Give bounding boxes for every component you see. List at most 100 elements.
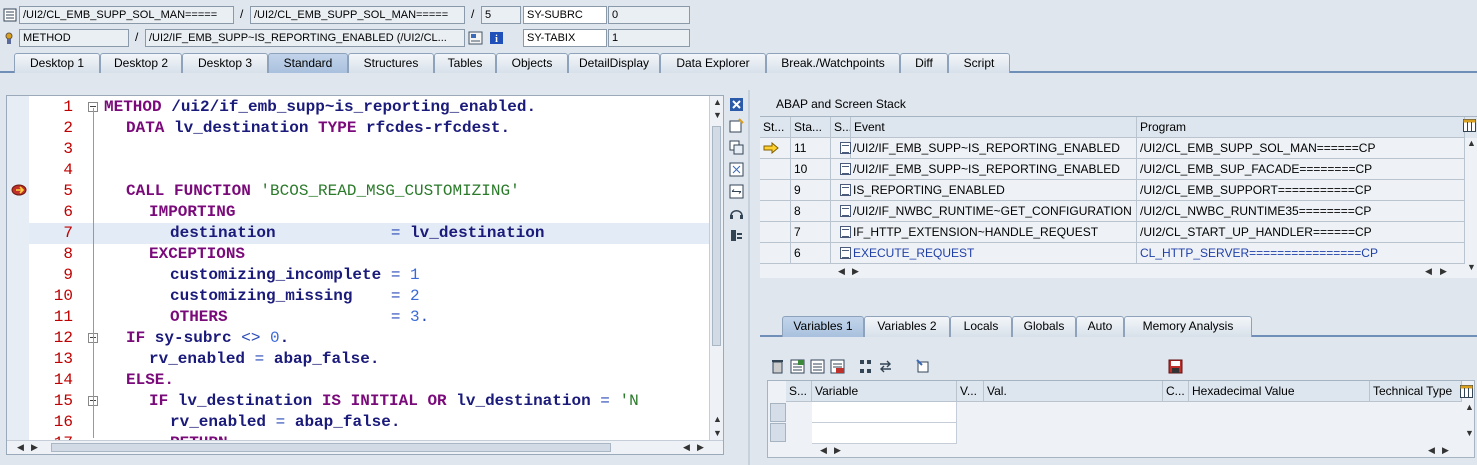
- scroll-up-icon[interactable]: ▲: [713, 97, 722, 107]
- sysvar-name-field-1[interactable]: SY-SUBRC: [523, 6, 607, 24]
- editor-horizontal-scrollbar[interactable]: ◀ ▶ ◀ ▶: [7, 440, 723, 454]
- row-selector[interactable]: [770, 403, 786, 422]
- services-icon[interactable]: [729, 228, 744, 243]
- code-line[interactable]: 2 DATA lv_destination TYPE rfcdes-rfcdest…: [29, 118, 709, 139]
- copy-tool-icon[interactable]: [729, 140, 744, 155]
- col-header[interactable]: V...: [957, 381, 984, 402]
- tab-tables[interactable]: Tables: [434, 53, 496, 73]
- scroll-thumb[interactable]: [712, 126, 721, 346]
- scroll-left-icon[interactable]: ◀: [820, 445, 827, 456]
- editor-gutter[interactable]: [7, 96, 29, 454]
- variables-vertical-scrollbar[interactable]: ▲ ▼: [1464, 402, 1474, 442]
- code-line[interactable]: 8 EXCEPTIONS: [29, 244, 709, 265]
- scroll-left-icon[interactable]: ◀: [683, 442, 690, 453]
- tab-locals[interactable]: Locals: [950, 316, 1012, 337]
- tab-auto[interactable]: Auto: [1076, 316, 1124, 337]
- source-code-editor[interactable]: 1 METHOD /ui2/if_emb_supp~is_reporting_en…: [6, 95, 724, 455]
- maximize-icon[interactable]: [729, 162, 744, 177]
- info-icon[interactable]: i: [489, 31, 504, 45]
- stack-vertical-scrollbar[interactable]: ▲ ▼: [1465, 138, 1477, 278]
- col-header[interactable]: Val.: [984, 381, 1163, 402]
- code-line[interactable]: 12 IF sy-subrc <> 0.: [29, 328, 709, 349]
- close-icon[interactable]: [729, 97, 744, 112]
- tab-desktop-3[interactable]: Desktop 3: [182, 53, 268, 73]
- editor-vertical-scrollbar[interactable]: ▲ ▼ ▲ ▼: [709, 96, 723, 442]
- current-code-line[interactable]: 7 destination = lv_destination: [29, 223, 709, 244]
- scroll-down-icon[interactable]: ▼: [1465, 428, 1474, 438]
- tab-variables-2[interactable]: Variables 2: [864, 316, 950, 337]
- stack-row[interactable]: 7 IF_HTTP_EXTENSION~HANDLE_REQUEST /UI2/…: [760, 222, 1465, 243]
- scroll-up-icon[interactable]: ▲: [713, 414, 722, 424]
- navigate-icon[interactable]: [468, 31, 483, 45]
- stack-row[interactable]: 11 /UI2/IF_EMB_SUPP~IS_REPORTING_ENABLED…: [760, 138, 1465, 159]
- col-header[interactable]: Event: [851, 117, 1137, 138]
- scroll-left-icon[interactable]: ◀: [17, 442, 24, 453]
- column-settings-icon[interactable]: [1460, 385, 1473, 398]
- code-line[interactable]: 6 IMPORTING: [29, 202, 709, 223]
- tree-icon[interactable]: [858, 359, 873, 374]
- swap-icon[interactable]: [729, 184, 744, 199]
- scroll-right-icon[interactable]: ▶: [852, 266, 859, 277]
- scroll-down-icon[interactable]: ▼: [713, 110, 722, 120]
- include-field[interactable]: /UI2/CL_EMB_SUPP_SOL_MAN=====: [250, 6, 465, 24]
- scroll-thumb[interactable]: [51, 443, 611, 452]
- stack-row[interactable]: 9 IS_REPORTING_ENABLED /UI2/CL_EMB_SUPPO…: [760, 180, 1465, 201]
- code-line[interactable]: 4: [29, 160, 709, 181]
- delete-icon[interactable]: [770, 359, 785, 374]
- variable-input[interactable]: [812, 423, 957, 444]
- sysvar-value-field-2[interactable]: 1: [608, 29, 690, 47]
- stack-row[interactable]: 10 /UI2/IF_EMB_SUPP~IS_REPORTING_ENABLED…: [760, 159, 1465, 180]
- sysvar-name-field-2[interactable]: SY-TABIX: [523, 29, 607, 47]
- transfer-icon[interactable]: [878, 359, 893, 374]
- event-type-field[interactable]: METHOD: [19, 29, 129, 47]
- code-line[interactable]: 14 ELSE.: [29, 370, 709, 391]
- code-line[interactable]: 11 OTHERS = 3.: [29, 307, 709, 328]
- col-header[interactable]: Hexadecimal Value: [1189, 381, 1370, 402]
- event-field[interactable]: /UI2/IF_EMB_SUPP~IS_REPORTING_ENABLED (/…: [145, 29, 465, 47]
- scroll-up-icon[interactable]: ▲: [1467, 138, 1476, 148]
- scroll-right-icon[interactable]: ▶: [1440, 266, 1447, 277]
- code-line[interactable]: 16 rv_enabled = abap_false.: [29, 412, 709, 433]
- new-tool-icon[interactable]: [729, 118, 744, 133]
- scroll-right-icon[interactable]: ▶: [1442, 445, 1449, 456]
- code-line[interactable]: 3: [29, 139, 709, 160]
- col-header[interactable]: S...: [831, 117, 851, 138]
- tab-memory-analysis[interactable]: Memory Analysis: [1124, 316, 1252, 337]
- stack-row[interactable]: 8 /UI2/IF_NWBC_RUNTIME~GET_CONFIGURATION…: [760, 201, 1465, 222]
- variables-horizontal-scrollbar[interactable]: ◀ ▶ ◀ ▶: [768, 443, 1464, 457]
- code-line[interactable]: 13 rv_enabled = abap_false.: [29, 349, 709, 370]
- code-line[interactable]: 5 CALL FUNCTION 'BCOS_READ_MSG_CUSTOMIZIN…: [29, 181, 709, 202]
- append-row-icon[interactable]: [810, 359, 825, 374]
- tab-detaildisplay[interactable]: DetailDisplay: [568, 53, 660, 73]
- scroll-left-icon[interactable]: ◀: [1425, 266, 1432, 277]
- sysvar-value-field-1[interactable]: 0: [608, 6, 690, 24]
- tab-standard[interactable]: Standard: [268, 53, 348, 73]
- tab-structures[interactable]: Structures: [348, 53, 434, 73]
- tab-globals[interactable]: Globals: [1012, 316, 1076, 337]
- tab-breakpoints[interactable]: Break./Watchpoints: [766, 53, 900, 73]
- tab-desktop-1[interactable]: Desktop 1: [14, 53, 100, 73]
- remove-row-icon[interactable]: [830, 359, 845, 374]
- program-field[interactable]: /UI2/CL_EMB_SUPP_SOL_MAN=====: [19, 6, 234, 24]
- col-header[interactable]: S...: [786, 381, 812, 402]
- col-header[interactable]: C...: [1163, 381, 1189, 402]
- scroll-down-icon[interactable]: ▼: [713, 428, 722, 438]
- headset-icon[interactable]: [729, 206, 744, 221]
- tab-desktop-2[interactable]: Desktop 2: [100, 53, 182, 73]
- tab-diff[interactable]: Diff: [900, 53, 948, 73]
- line-field[interactable]: 5: [481, 6, 521, 24]
- save-icon[interactable]: [1168, 359, 1183, 374]
- scroll-left-icon[interactable]: ◀: [838, 266, 845, 277]
- scroll-right-icon[interactable]: ▶: [697, 442, 704, 453]
- scroll-right-icon[interactable]: ▶: [31, 442, 38, 453]
- code-line[interactable]: 15 IF lv_destination IS INITIAL OR lv_des…: [29, 391, 709, 412]
- scroll-left-icon[interactable]: ◀: [1428, 445, 1435, 456]
- col-header[interactable]: Variable: [812, 381, 957, 402]
- scroll-down-icon[interactable]: ▼: [1467, 262, 1476, 272]
- col-header[interactable]: Program: [1137, 117, 1465, 138]
- column-settings-icon[interactable]: [1463, 119, 1476, 132]
- col-header[interactable]: St...: [760, 117, 791, 138]
- col-header[interactable]: Technical Type: [1370, 381, 1462, 402]
- breakpoint-icon[interactable]: [11, 184, 27, 196]
- watchpoint-icon[interactable]: [916, 359, 931, 374]
